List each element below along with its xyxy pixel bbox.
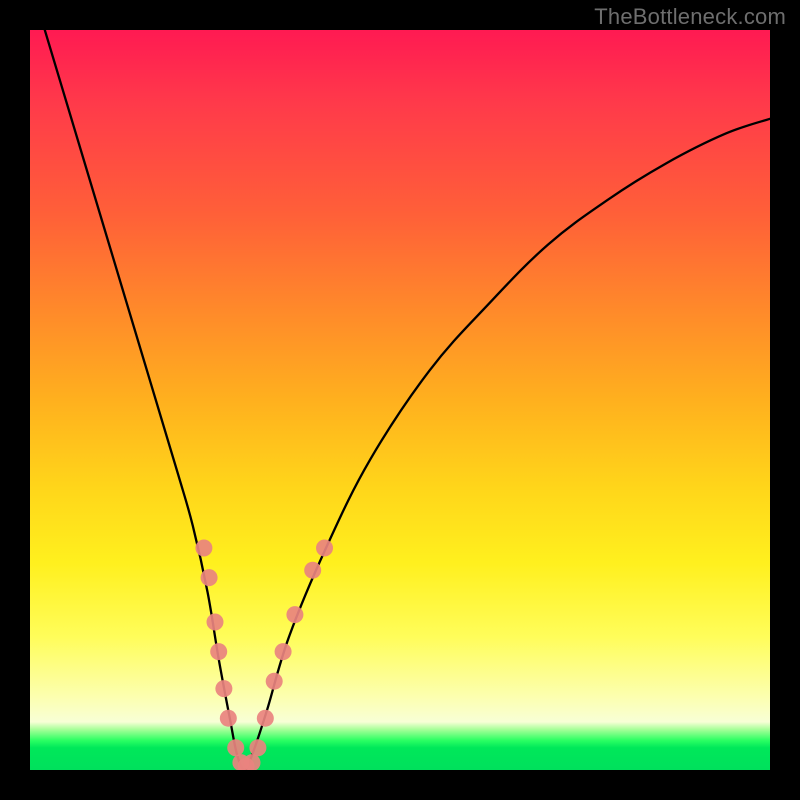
data-marker xyxy=(227,739,244,756)
data-marker xyxy=(215,680,232,697)
data-marker xyxy=(266,673,283,690)
chart-frame: TheBottleneck.com xyxy=(0,0,800,800)
curve-svg xyxy=(30,30,770,770)
watermark-text: TheBottleneck.com xyxy=(594,4,786,30)
data-markers xyxy=(195,540,333,771)
data-marker xyxy=(286,606,303,623)
data-marker xyxy=(201,569,218,586)
data-marker xyxy=(195,540,212,557)
data-marker xyxy=(207,614,224,631)
data-marker xyxy=(210,643,227,660)
data-marker xyxy=(257,710,274,727)
data-marker xyxy=(275,643,292,660)
bottleneck-curve xyxy=(45,30,770,770)
plot-area xyxy=(30,30,770,770)
data-marker xyxy=(220,710,237,727)
data-marker xyxy=(249,739,266,756)
data-marker xyxy=(316,540,333,557)
data-marker xyxy=(304,562,321,579)
